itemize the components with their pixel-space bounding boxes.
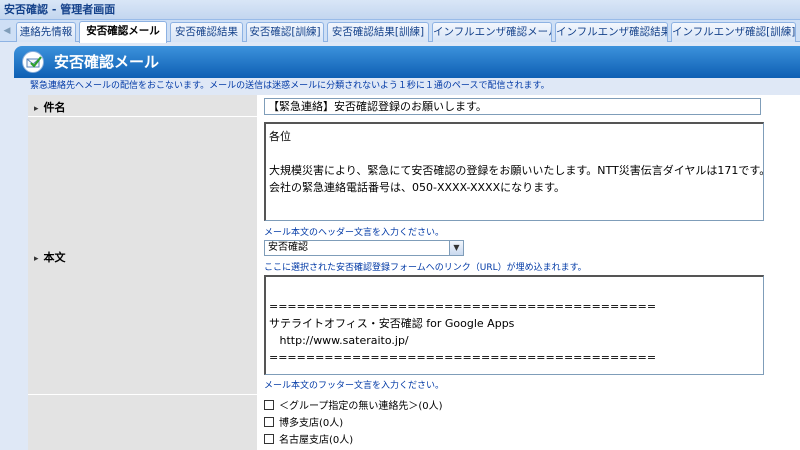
body-footer-hint: メール本文のフッター文言を入力ください。: [264, 381, 445, 391]
tab-safety-results[interactable]: 安否確認結果: [170, 22, 243, 42]
tab-influenza-results[interactable]: インフルエンザ確認結果: [555, 22, 668, 42]
body-header-textarea[interactable]: 各位 大規模災害により、緊急にて安否確認の登録をお願いいたします。NTT災害伝言…: [264, 122, 764, 221]
tab-safety-mail[interactable]: 安否確認メール: [79, 21, 167, 43]
notice-text: 緊急連絡先へメールの配信をおこないます。メールの送信は迷惑メールに分類されないよ…: [30, 81, 550, 91]
mail-check-icon: [22, 51, 44, 73]
tab-influenza-mail[interactable]: インフルエンザ確認メール: [432, 22, 552, 42]
recipient-label: ＜グループ指定の無い連絡先＞(0人): [279, 401, 443, 412]
form-select-value: 安否確認: [268, 242, 308, 253]
body-label: 本文: [34, 249, 66, 265]
tab-contacts[interactable]: 連絡先情報: [16, 22, 76, 42]
page-header: 安否確認メール: [14, 46, 800, 78]
subject-input[interactable]: 【緊急連絡】安否確認登録のお願いします。: [264, 98, 761, 115]
tab-safety-drill-results[interactable]: 安否確認結果[訓練]: [327, 22, 429, 42]
recipient-option[interactable]: 博多支店(0人): [264, 417, 343, 431]
recipient-option[interactable]: ＜グループ指定の無い連絡先＞(0人): [264, 400, 443, 414]
window-title: 安否確認 - 管理者画面: [0, 0, 800, 20]
tab-safety-drill[interactable]: 安否確認[訓練]: [246, 22, 324, 42]
tab-bar: ◀ 連絡先情報 安否確認メール 安否確認結果 安否確認[訓練] 安否確認結果[訓…: [0, 20, 800, 43]
checkbox[interactable]: [264, 417, 274, 427]
recipient-label: 名古屋支店(0人): [279, 435, 354, 446]
subject-label: 件名: [34, 99, 66, 115]
body-label-cell: 本文: [28, 117, 257, 395]
checkbox[interactable]: [264, 434, 274, 444]
recipient-label: 博多支店(0人): [279, 418, 344, 429]
recipient-option[interactable]: 名古屋支店(0人): [264, 434, 353, 448]
body-footer-textarea[interactable]: ========================================…: [264, 275, 764, 375]
tab-scroll-left-icon[interactable]: ◀: [0, 20, 14, 42]
page-title: 安否確認メール: [54, 53, 160, 71]
recipients-label-cell: [28, 395, 257, 450]
form-select[interactable]: 安否確認 ▼: [264, 240, 464, 256]
mail-form: 件名 【緊急連絡】安否確認登録のお願いします。 本文 各位 大規模災害により、緊…: [28, 95, 800, 450]
body-header-hint: メール本文のヘッダー文言を入力ください。: [264, 228, 445, 238]
tab-influenza-drill[interactable]: インフルエンザ確認[訓練]: [671, 22, 796, 42]
checkbox[interactable]: [264, 400, 274, 410]
chevron-down-icon[interactable]: ▼: [449, 241, 463, 255]
subject-label-cell: 件名: [28, 95, 257, 117]
form-select-hint: ここに選択された安否確認登録フォームへのリンク（URL）が埋め込まれます。: [264, 263, 587, 273]
